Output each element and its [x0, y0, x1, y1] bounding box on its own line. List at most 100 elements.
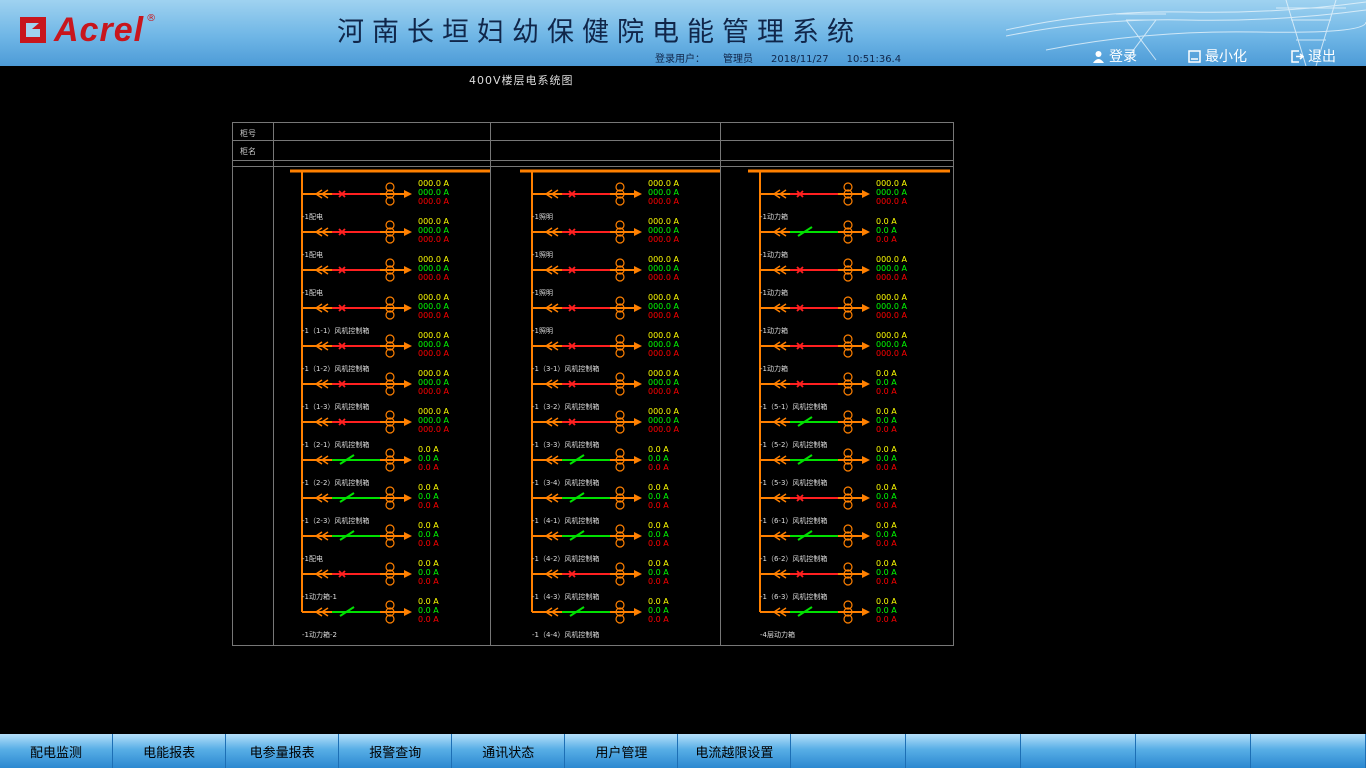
feeder-circuit[interactable]: 0.0 A0.0 A0.0 A-1动力箱	[760, 217, 897, 259]
time-display: 10:51:36.4	[846, 54, 902, 65]
feeder-circuit[interactable]: 000.0 A000.0 A000.0 A-1（3-2）风机控制箱	[532, 369, 679, 411]
feeder-circuit[interactable]: 000.0 A000.0 A000.0 A-1（2-1）风机控制箱	[302, 407, 449, 449]
exit-button[interactable]: 退出	[1291, 46, 1336, 66]
minimize-button[interactable]: 最小化	[1188, 46, 1247, 66]
feeder-circuit[interactable]: 0.0 A0.0 A0.0 A-1（3-4）风机控制箱	[532, 445, 669, 487]
circuit-label: -1配电	[302, 250, 323, 259]
current-reading-a1: 000.0 A	[418, 179, 449, 188]
feeder-circuit[interactable]: 000.0 A000.0 A000.0 A-1照明	[532, 217, 679, 259]
arrow-icon	[404, 494, 412, 502]
tab-11[interactable]	[1136, 734, 1252, 768]
arrow-icon	[634, 266, 642, 274]
feeder-circuit[interactable]: 0.0 A0.0 A0.0 A-1动力箱-1	[302, 559, 439, 601]
tab-1[interactable]: 配电监测	[0, 734, 114, 768]
feeder-circuit[interactable]: 000.0 A000.0 A000.0 A-1（3-3）风机控制箱	[532, 407, 679, 449]
feeder-circuit[interactable]: 0.0 A0.0 A0.0 A-1（6-2）风机控制箱	[760, 521, 897, 563]
current-reading-a3: 000.0 A	[418, 425, 449, 434]
feeder-circuit[interactable]: 000.0 A000.0 A000.0 A-1（1-1）风机控制箱	[302, 293, 449, 335]
circuit-label: -1（6-3）风机控制箱	[760, 592, 827, 601]
circuit-label: -1（6-2）风机控制箱	[760, 554, 827, 563]
feeder-circuit[interactable]: 0.0 A0.0 A0.0 A-1（5-3）风机控制箱	[760, 445, 897, 487]
current-reading-a3: 000.0 A	[648, 349, 679, 358]
arrow-icon	[634, 380, 642, 388]
current-reading-a3: 0.0 A	[876, 539, 897, 548]
current-reading-a3: 0.0 A	[648, 501, 669, 510]
circuit-label: -1（4-3）风机控制箱	[532, 592, 599, 601]
tab-9[interactable]	[906, 734, 1022, 768]
arrow-icon	[404, 342, 412, 350]
feeder-circuit[interactable]: 0.0 A0.0 A0.0 A-1（4-2）风机控制箱	[532, 521, 669, 563]
feeder-circuit[interactable]: 000.0 A000.0 A000.0 A-1照明	[532, 293, 679, 335]
tab-7[interactable]: 电流越限设置	[678, 734, 792, 768]
feeder-circuit[interactable]: 0.0 A0.0 A0.0 A-1（4-1）风机控制箱	[532, 483, 669, 525]
circuit-label: -1动力箱-2	[302, 630, 337, 639]
arrow-icon	[862, 570, 870, 578]
current-reading-a1: 0.0 A	[418, 483, 439, 492]
circuit-label: -1（2-1）风机控制箱	[302, 440, 369, 449]
feeder-circuit[interactable]: 000.0 A000.0 A000.0 A-1动力箱	[760, 179, 907, 221]
feeder-circuit[interactable]: 0.0 A0.0 A0.0 A-1（4-4）风机控制箱	[532, 597, 669, 639]
current-reading-a3: 000.0 A	[648, 425, 679, 434]
current-reading-a1: 0.0 A	[648, 597, 669, 606]
arrow-icon	[634, 494, 642, 502]
feeder-circuit[interactable]: 000.0 A000.0 A000.0 A-1（1-2）风机控制箱	[302, 331, 449, 373]
app-title: 河南长垣妇幼保健院电能管理系统	[337, 17, 862, 48]
current-reading-a3: 000.0 A	[418, 235, 449, 244]
tab-10[interactable]	[1021, 734, 1137, 768]
login-button[interactable]: 登录	[1092, 46, 1137, 66]
circuit-label: -1（3-3）风机控制箱	[532, 440, 599, 449]
circuit-label: -1配电	[302, 212, 323, 221]
feeder-circuit[interactable]: 000.0 A000.0 A000.0 A-1（3-1）风机控制箱	[532, 331, 679, 373]
feeder-circuit[interactable]: 0.0 A0.0 A0.0 A-1（2-3）风机控制箱	[302, 483, 439, 525]
status-line: 登录用户： 管理员 2018/11/27 10:51:36.4	[655, 50, 919, 65]
feeder-circuit[interactable]: 000.0 A000.0 A000.0 A-1照明	[532, 179, 679, 221]
feeder-circuit[interactable]: 000.0 A000.0 A000.0 A-1配电	[302, 255, 449, 297]
minimize-icon	[1188, 49, 1201, 63]
feeder-circuit[interactable]: 000.0 A000.0 A000.0 A-1（1-3）风机控制箱	[302, 369, 449, 411]
tab-3[interactable]: 电参量报表	[226, 734, 340, 768]
feeder-circuit[interactable]: 000.0 A000.0 A000.0 A-1动力箱	[760, 331, 907, 373]
feeder-circuit[interactable]: 000.0 A000.0 A000.0 A-1动力箱	[760, 255, 907, 297]
circuit-label: -1配电	[302, 554, 323, 563]
current-reading-a2: 000.0 A	[648, 188, 679, 197]
feeder-circuit[interactable]: 0.0 A0.0 A0.0 A-1（4-3）风机控制箱	[532, 559, 669, 601]
main-panel: 400V楼层电系统图 柜号 柜名 000.0 A 000.0 A 000.0 A -1…	[0, 66, 1366, 734]
feeder-circuit[interactable]: 000.0 A000.0 A000.0 A-1照明	[532, 255, 679, 297]
bottom-tab-bar: 配电监测 电能报表 电参量报表 报警查询 通讯状态 用户管理 电流越限设置	[0, 734, 1366, 768]
arrow-icon	[862, 418, 870, 426]
current-reading-a2: 000.0 A	[648, 340, 679, 349]
current-reading-a2: 0.0 A	[876, 492, 897, 501]
feeder-circuit[interactable]: 0.0 A0.0 A0.0 A-1配电	[302, 521, 439, 563]
current-reading-a1: 0.0 A	[418, 521, 439, 530]
feeder-circuit[interactable]: 0.0 A0.0 A0.0 A-4层动力箱	[760, 597, 897, 639]
tab-2[interactable]: 电能报表	[113, 734, 227, 768]
feeder-circuit[interactable]: 000.0 A000.0 A000.0 A-1配电	[302, 179, 449, 221]
feeder-circuit[interactable]: 000.0 A000.0 A000.0 A-1动力箱	[760, 293, 907, 335]
feeder-circuit[interactable]: 0.0 A0.0 A0.0 A-1动力箱-2	[302, 597, 439, 639]
tab-6[interactable]: 用户管理	[565, 734, 679, 768]
current-reading-a2: 000.0 A	[418, 302, 449, 311]
current-reading-a1: 0.0 A	[876, 217, 897, 226]
feeder-circuit[interactable]: 0.0 A0.0 A0.0 A-1（2-2）风机控制箱	[302, 445, 439, 487]
circuit-label: -1动力箱	[760, 212, 788, 221]
current-reading-a1: 000.0 A	[648, 369, 679, 378]
arrow-icon	[862, 304, 870, 312]
circuit-label: -1（1-1）风机控制箱	[302, 326, 369, 335]
current-reading-a1: 0.0 A	[876, 407, 897, 416]
current-reading-a2: 0.0 A	[648, 568, 669, 577]
feeder-circuit[interactable]: 0.0 A0.0 A0.0 A-1（5-1）风机控制箱	[760, 369, 897, 411]
registered-mark: ®	[146, 12, 157, 24]
feeder-circuit[interactable]: 0.0 A0.0 A0.0 A-1（6-1）风机控制箱	[760, 483, 897, 525]
current-reading-a1: 000.0 A	[418, 407, 449, 416]
feeder-circuit[interactable]: 0.0 A0.0 A0.0 A-1（6-3）风机控制箱	[760, 559, 897, 601]
tab-8[interactable]	[791, 734, 907, 768]
tab-12[interactable]	[1251, 734, 1366, 768]
circuit-label: -1照明	[532, 213, 553, 221]
arrow-icon	[404, 570, 412, 578]
current-reading-a1: 0.0 A	[876, 369, 897, 378]
feeder-circuit[interactable]: 0.0 A0.0 A0.0 A-1（5-2）风机控制箱	[760, 407, 897, 449]
circuit-label: -1（2-3）风机控制箱	[302, 516, 369, 525]
tab-5[interactable]: 通讯状态	[452, 734, 566, 768]
tab-4[interactable]: 报警查询	[339, 734, 453, 768]
feeder-circuit[interactable]: 000.0 A000.0 A000.0 A-1配电	[302, 217, 449, 259]
